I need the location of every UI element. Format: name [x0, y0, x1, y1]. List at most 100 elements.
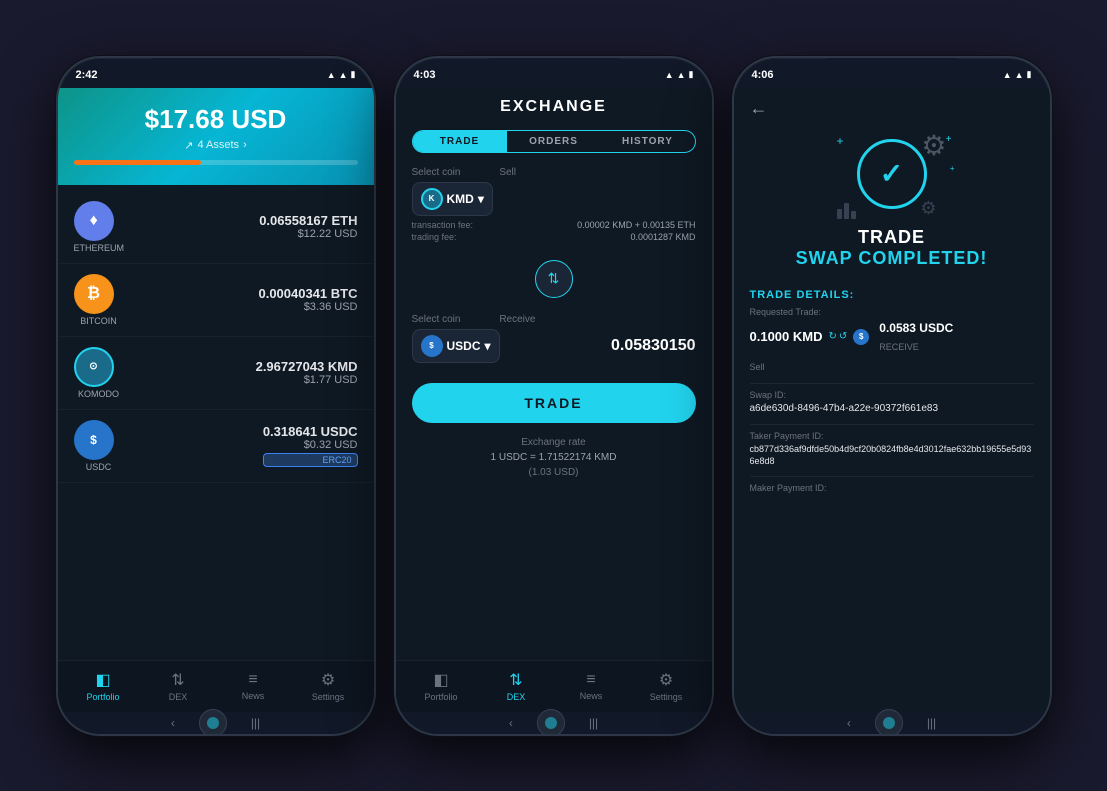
- portfolio-nav-icon-2: ◧: [433, 670, 448, 690]
- sell-coin-select[interactable]: K KMD ▾: [412, 182, 493, 216]
- trade-details: TRADE DETAILS: Requested Trade: 0.1000 K…: [734, 281, 1050, 712]
- swap-arrows-icon: ↻ ↺: [828, 331, 847, 342]
- tab-orders[interactable]: ORDERS: [507, 131, 601, 152]
- usdc-icon: $: [74, 420, 114, 460]
- dropdown-arrow: ▾: [478, 192, 484, 206]
- sell-amount-input[interactable]: [501, 188, 712, 209]
- home-btn-3[interactable]: [875, 709, 903, 736]
- swap-id-row: Swap ID: a6de630d-8496-47b4-a22e-90372f6…: [750, 390, 1034, 416]
- coin-usdc-left: $ USDC: [74, 420, 124, 472]
- screen-2: EXCHANGE TRADE ORDERS HISTORY Select coi…: [396, 88, 712, 712]
- trade-details-title: TRADE DETAILS:: [750, 289, 1034, 301]
- coin-item-usdc[interactable]: $ USDC 0.318641 USDC $0.32 USD ERC20: [58, 410, 374, 483]
- bottom-nav-1: ◧ Portfolio ⇅ DEX ≡ News ⚙ Settings: [58, 660, 374, 712]
- rate-label: Exchange rate: [396, 435, 712, 450]
- trade-button[interactable]: TRADE: [412, 383, 696, 423]
- back-row: ←: [734, 88, 1050, 119]
- gear-icon-large: ⚙: [921, 129, 946, 162]
- nav-dex-1[interactable]: ⇅ DEX: [141, 670, 216, 702]
- settings-nav-label-1: Settings: [312, 692, 345, 702]
- screen-3: ← + ✓ ⚙ ⚙ + + TRADE SWAP COMPLETED!: [734, 88, 1050, 712]
- signal-icon-3: ▲: [1003, 70, 1012, 80]
- assets-link[interactable]: ↗ 4 Assets ›: [74, 139, 358, 152]
- coin-item-btc[interactable]: ₿ BITCOIN 0.00040341 BTC $3.36 USD: [58, 264, 374, 337]
- kmd-select-icon: K: [421, 188, 443, 210]
- wifi-icon: ▲: [339, 70, 348, 80]
- coin-list: ♦ ETHEREUM 0.06558167 ETH $12.22 USD ₿ B…: [58, 185, 374, 660]
- settings-nav-icon-2: ⚙: [659, 670, 673, 690]
- phone-notch: [151, 58, 281, 86]
- trade-receive-amount: 0.0583 USDC: [879, 321, 953, 335]
- menu-btn-1[interactable]: |||: [251, 716, 260, 730]
- tab-trade[interactable]: TRADE: [413, 131, 507, 152]
- nav-settings-2[interactable]: ⚙ Settings: [629, 670, 704, 702]
- dropdown-arrow-2: ▾: [485, 339, 491, 353]
- home-bar-3: ‹ |||: [734, 712, 1050, 734]
- select-coin-label-2: Select coin: [412, 314, 461, 325]
- dex-nav-icon-2: ⇅: [509, 670, 522, 690]
- check-icon: ✓: [880, 157, 903, 190]
- portfolio-nav-label: Portfolio: [86, 692, 119, 702]
- transaction-fee-row: transaction fee: 0.00002 KMD + 0.00135 E…: [412, 220, 696, 230]
- swap-complete-title: SWAP COMPLETED!: [796, 248, 988, 269]
- dex-nav-label-1: DEX: [169, 692, 188, 702]
- menu-btn-3[interactable]: |||: [927, 716, 936, 730]
- taker-payment-value: cb877d336af9dfde50b4d9cf20b0824fb8e4d301…: [750, 443, 1034, 468]
- back-btn-3[interactable]: ‹: [847, 716, 851, 730]
- trading-fee-label: trading fee:: [412, 232, 457, 242]
- divider-1: [750, 383, 1034, 384]
- trade-form: Select coin Sell K KMD ▾ MAX transaction…: [396, 159, 712, 252]
- erc20-badge: ERC20: [263, 453, 358, 467]
- btc-icon: ₿: [74, 274, 114, 314]
- home-btn-2[interactable]: [537, 709, 565, 736]
- gear-icon-small: ⚙: [920, 198, 936, 219]
- bar-2: [844, 203, 849, 219]
- receive-amount-display: 0.05830150: [508, 337, 696, 355]
- sell-label-text: Sell: [750, 362, 765, 372]
- receive-coin-select[interactable]: $ USDC ▾: [412, 329, 500, 363]
- home-bar-2: ‹ |||: [396, 712, 712, 734]
- swap-id-value: a6de630d-8496-47b4-a22e-90372f661e83: [750, 402, 1034, 416]
- wifi-icon-3: ▲: [1015, 70, 1024, 80]
- coin-eth-left: ♦ ETHEREUM: [74, 201, 125, 253]
- swap-direction-button[interactable]: ⇅: [535, 260, 573, 298]
- rate-usd: (1.03 USD): [396, 465, 712, 480]
- receive-coin-symbol: USDC: [447, 339, 481, 353]
- exchange-tabs: TRADE ORDERS HISTORY: [412, 130, 696, 153]
- arrow-rotate-2: ↺: [839, 331, 847, 342]
- nav-news-1[interactable]: ≡ News: [216, 671, 291, 701]
- swap-id-label: Swap ID:: [750, 390, 1034, 400]
- time-display-3: 4:06: [752, 69, 774, 81]
- nav-settings-1[interactable]: ⚙ Settings: [291, 670, 366, 702]
- coin-kmd-right: 2.96727043 KMD $1.77 USD: [256, 359, 358, 386]
- usdc-select-icon: $: [421, 335, 443, 357]
- bar-3: [851, 211, 856, 219]
- nav-dex-2[interactable]: ⇅ DEX: [479, 670, 554, 702]
- sell-label: Sell: [499, 167, 516, 178]
- time-display-1: 2:42: [76, 69, 98, 81]
- coin-usdc-right: 0.318641 USDC $0.32 USD ERC20: [263, 424, 358, 467]
- portfolio-progress: [74, 160, 358, 165]
- sell-coin-symbol: KMD: [447, 192, 474, 206]
- receive-form: Select coin Receive $ USDC ▾ 0.05830150: [396, 306, 712, 371]
- tab-history[interactable]: HISTORY: [601, 131, 695, 152]
- usdc-label: USDC: [86, 462, 112, 472]
- back-button[interactable]: ←: [750, 98, 768, 118]
- transaction-fee-label: transaction fee:: [412, 220, 474, 230]
- nav-portfolio[interactable]: ◧ Portfolio: [66, 670, 141, 702]
- receive-label: Receive: [499, 314, 535, 325]
- back-btn-2[interactable]: ‹: [509, 716, 513, 730]
- nav-portfolio-2[interactable]: ◧ Portfolio: [404, 670, 479, 702]
- back-btn-1[interactable]: ‹: [171, 716, 175, 730]
- coin-eth-right: 0.06558167 ETH $12.22 USD: [259, 213, 357, 240]
- coin-item-eth[interactable]: ♦ ETHEREUM 0.06558167 ETH $12.22 USD: [58, 191, 374, 264]
- menu-btn-2[interactable]: |||: [589, 716, 598, 730]
- coin-item-kmd[interactable]: ⊙ KOMODO 2.96727043 KMD $1.77 USD: [58, 337, 374, 410]
- phone-notch-3: [827, 58, 957, 86]
- home-btn-1[interactable]: [199, 709, 227, 736]
- status-icons-1: ▲ ▲ ▮: [327, 69, 356, 80]
- swap-direction-row: ⇅: [396, 260, 712, 298]
- status-icons-3: ▲ ▲ ▮: [1003, 69, 1032, 80]
- nav-news-2[interactable]: ≡ News: [554, 671, 629, 701]
- screen-1: $17.68 USD ↗ 4 Assets › ♦ ETHEREUM: [58, 88, 374, 712]
